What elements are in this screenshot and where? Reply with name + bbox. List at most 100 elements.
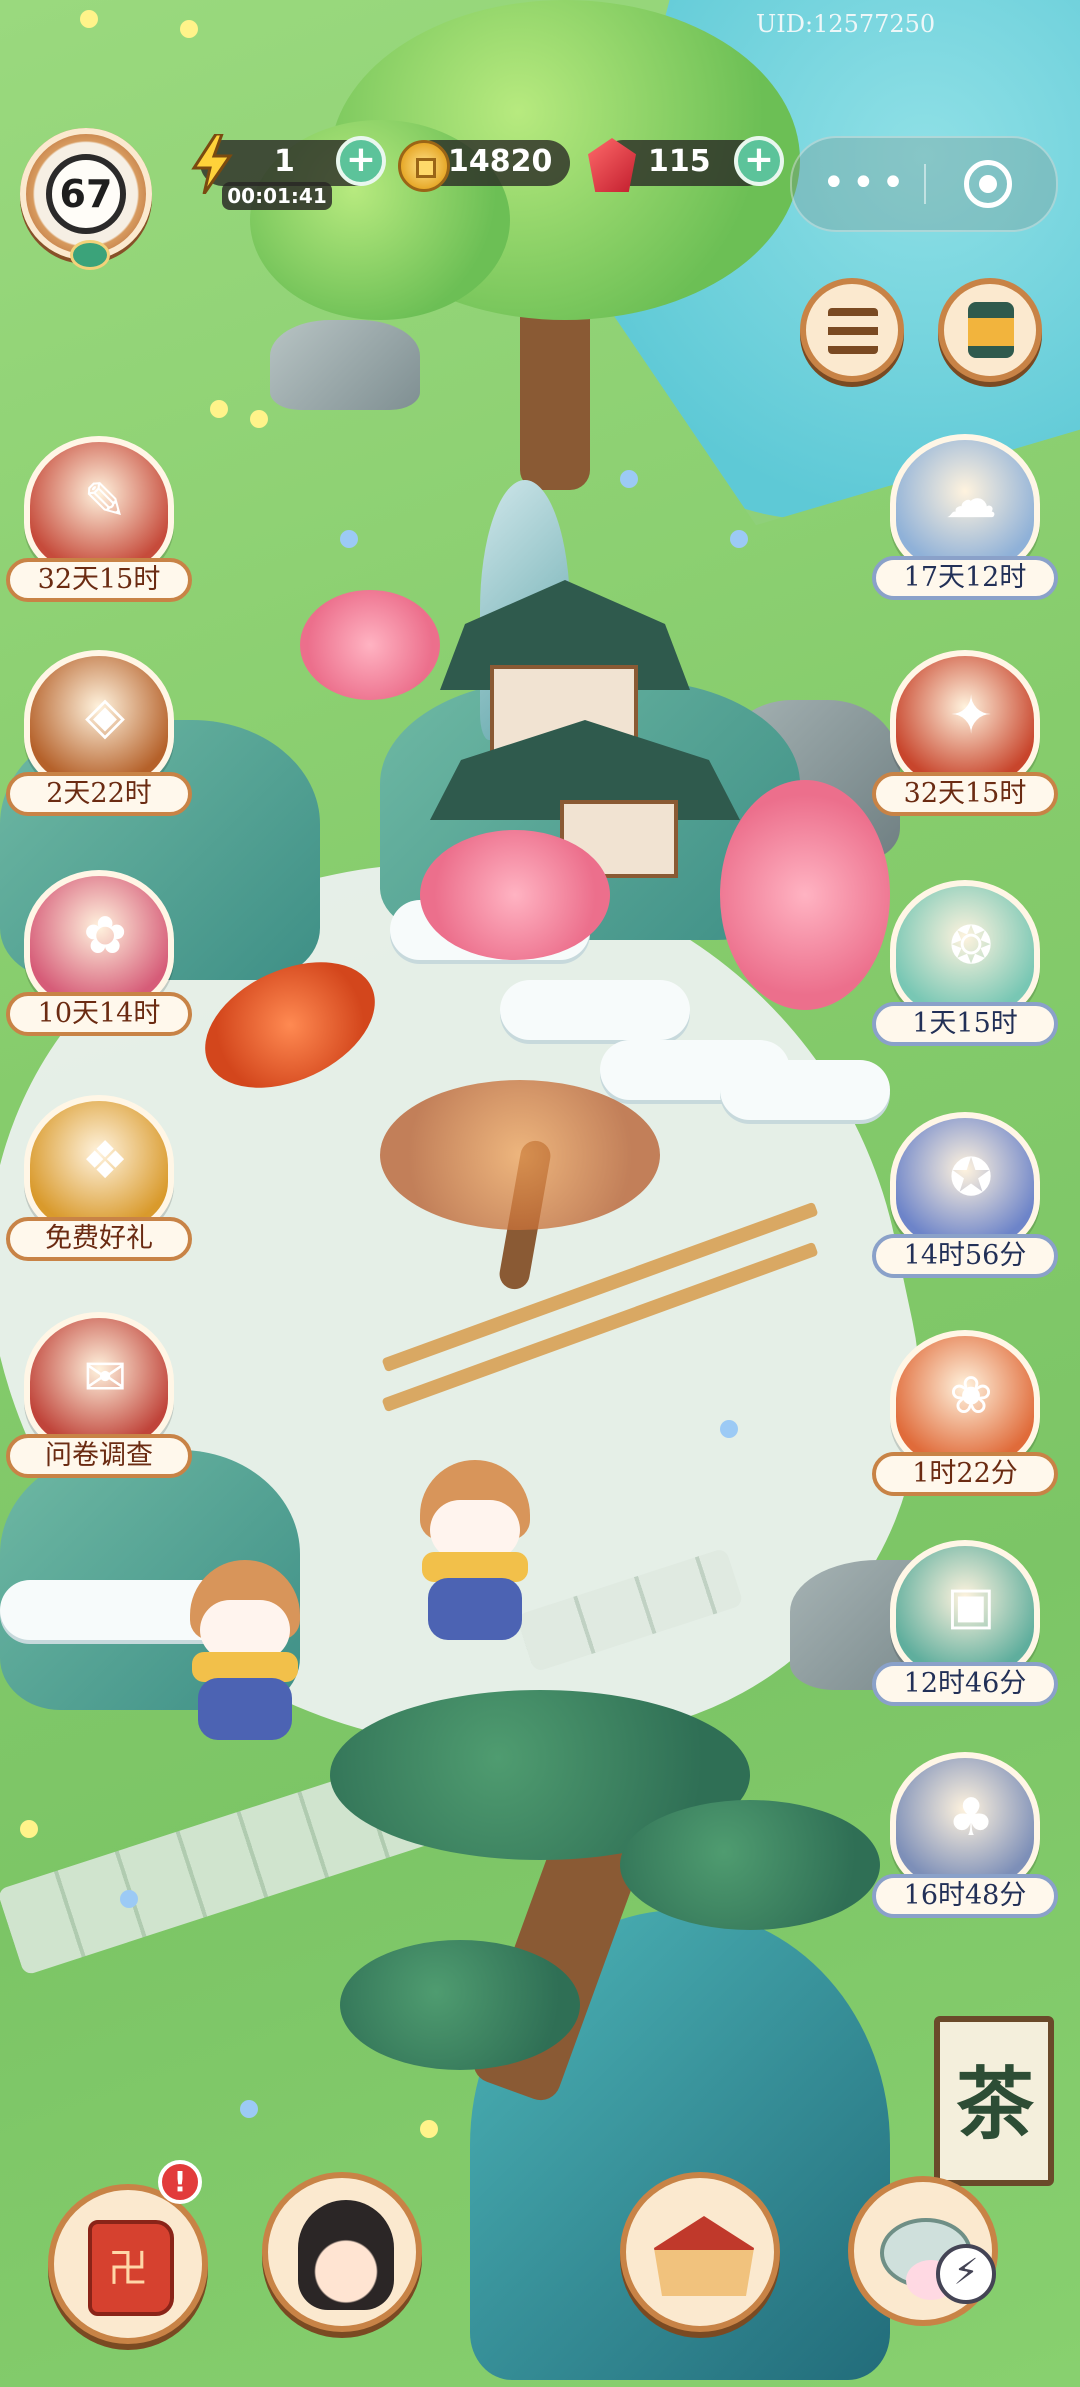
event-treasure-chest[interactable]: ◈ 2天22时	[4, 650, 194, 830]
flower	[20, 1820, 38, 1838]
flower	[620, 470, 638, 488]
energy-value: 1	[274, 144, 295, 179]
event-art: ▣	[890, 1540, 1040, 1680]
tea-sign: 茶	[934, 2016, 1054, 2186]
event-art: ❀	[890, 1330, 1040, 1470]
event-timer-label: 17天12时	[872, 556, 1058, 600]
flower	[180, 20, 198, 38]
event-timer-label: 12时46分	[872, 1662, 1058, 1706]
event-cat-giftbox[interactable]: ▣ 12时46分	[870, 1540, 1060, 1720]
event-timer-label: 1天15时	[872, 1002, 1058, 1046]
event-red-envelope[interactable]: ✦ 32天15时	[870, 650, 1060, 830]
user-id: UID:12577250	[756, 10, 936, 38]
book-icon	[88, 2220, 174, 2316]
energy-timer: 00:01:41	[222, 182, 332, 210]
tea-sign-text: 茶	[955, 2059, 1034, 2150]
character-face	[430, 1500, 520, 1560]
tea-house[interactable]: 茶 ⚡	[836, 1976, 1076, 2376]
shop-icon	[654, 2216, 754, 2296]
close-target-icon[interactable]	[964, 160, 1012, 208]
add-gems-button[interactable]: +	[734, 136, 784, 186]
event-timer-label: 14时56分	[872, 1234, 1058, 1278]
event-gift-box-red[interactable]: ❀ 1时22分	[870, 1330, 1060, 1510]
flower	[120, 1890, 138, 1908]
coin-value: 14820	[448, 144, 553, 179]
character-button[interactable]	[262, 2172, 422, 2332]
snow-cap	[500, 980, 690, 1040]
snow-cap	[720, 1060, 890, 1120]
event-timer-label: 32天15时	[872, 772, 1058, 816]
more-options-button[interactable]: •••	[822, 160, 911, 206]
event-timer-label: 问卷调查	[6, 1434, 192, 1478]
event-art: ❂	[890, 880, 1040, 1020]
event-timer-label: 免费好礼	[6, 1217, 192, 1261]
level-ring: 67	[46, 154, 126, 234]
event-timer-label: 1时22分	[872, 1452, 1058, 1496]
flower	[250, 410, 268, 428]
flower	[340, 530, 358, 548]
character-body	[428, 1578, 522, 1640]
gift-box-red-icon: ❀	[949, 1366, 993, 1426]
event-art: ✉	[24, 1312, 174, 1452]
calendar-scroll-icon: ✎	[83, 472, 127, 532]
flower	[420, 2120, 438, 2138]
flower	[730, 530, 748, 548]
leaf-icon	[70, 240, 110, 270]
event-cat-cloud[interactable]: ☁ 17天12时	[870, 434, 1060, 614]
character-face	[200, 1600, 290, 1660]
flower	[80, 10, 98, 28]
sweeper-character[interactable]	[410, 1460, 540, 1650]
rock	[270, 320, 420, 410]
event-cat-coins[interactable]: ❂ 1天15时	[870, 880, 1060, 1060]
knot-fan-icon: ✪	[949, 1148, 993, 1208]
blossom-bush	[300, 590, 440, 700]
event-art: ◈	[24, 650, 174, 790]
treasure-chest-icon: ◈	[85, 686, 125, 746]
lantern-icon	[968, 302, 1014, 358]
event-art: ✪	[890, 1112, 1040, 1252]
event-gift-pattern[interactable]: ❖ 免费好礼	[4, 1095, 194, 1275]
flower	[240, 2100, 258, 2118]
event-art: ♣	[890, 1752, 1040, 1892]
event-art: ✿	[24, 870, 174, 1010]
event-calendar-scroll[interactable]: ✎ 32天15时	[4, 436, 194, 616]
shop-button[interactable]	[620, 2172, 780, 2332]
cards-icon: ♣	[947, 1788, 995, 1848]
persimmon-canopy	[380, 1080, 660, 1230]
lion-dance-icon: ✿	[83, 906, 127, 966]
cat-giftbox-icon: ▣	[946, 1576, 996, 1636]
event-timer-label: 32天15时	[6, 558, 192, 602]
menu-button[interactable]	[800, 278, 904, 382]
event-cards[interactable]: ♣ 16时48分	[870, 1752, 1060, 1932]
coin-icon	[398, 140, 450, 192]
character-body	[198, 1678, 292, 1740]
pine-canopy	[340, 1940, 580, 2070]
cat-cloud-icon: ☁	[945, 470, 997, 530]
share-icon[interactable]: ⚡	[936, 2244, 996, 2304]
list-icon	[828, 308, 878, 354]
journal-button[interactable]	[48, 2184, 208, 2344]
event-survey-scroll[interactable]: ✉ 问卷调查	[4, 1312, 194, 1492]
player-level: 67	[59, 172, 113, 216]
event-art: ✎	[24, 436, 174, 576]
sweeper-character[interactable]	[180, 1560, 310, 1750]
event-knot-fan[interactable]: ✪ 14时56分	[870, 1112, 1060, 1292]
gem-value: 115	[648, 144, 711, 179]
flower	[720, 1420, 738, 1438]
add-energy-button[interactable]: +	[336, 136, 386, 186]
event-timer-label: 16时48分	[872, 1874, 1058, 1918]
player-level-badge[interactable]: 67	[20, 128, 152, 270]
lady-portrait-icon	[298, 2200, 394, 2310]
event-art: ❖	[24, 1095, 174, 1235]
lantern-button[interactable]	[938, 278, 1042, 382]
survey-scroll-icon: ✉	[83, 1348, 127, 1408]
mini-program-capsule: •••	[790, 136, 1058, 232]
red-envelope-icon: ✦	[949, 686, 993, 746]
event-art: ✦	[890, 650, 1040, 790]
event-lion-dance[interactable]: ✿ 10天14时	[4, 870, 194, 1050]
gift-pattern-icon: ❖	[81, 1131, 129, 1191]
event-timer-label: 10天14时	[6, 992, 192, 1036]
flower	[210, 400, 228, 418]
event-art: ☁	[890, 434, 1040, 574]
blossom-bush	[720, 780, 890, 1010]
